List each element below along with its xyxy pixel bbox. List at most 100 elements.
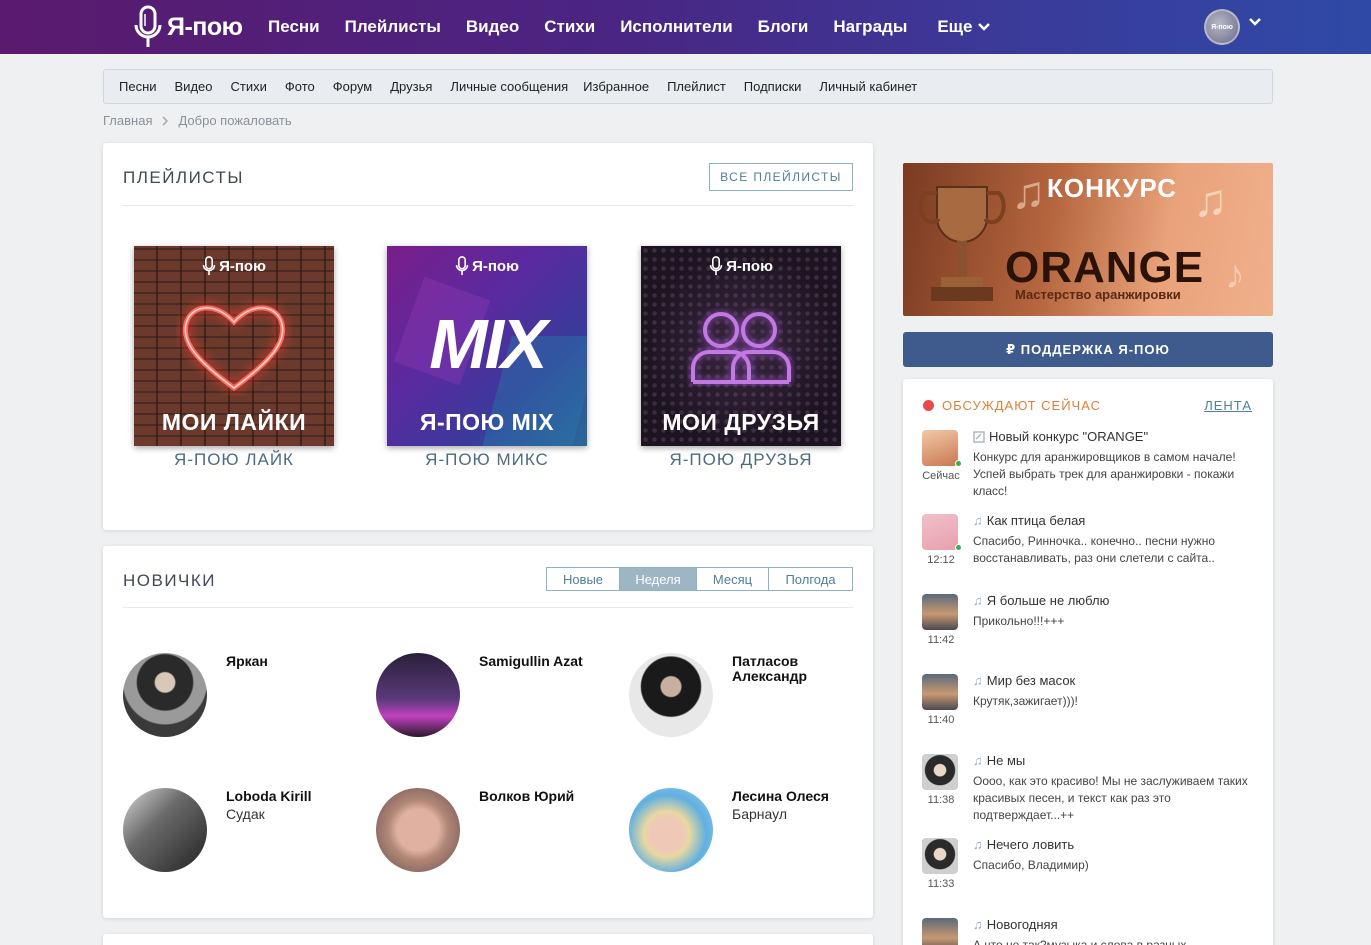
breadcrumb-home[interactable]: Главная bbox=[103, 113, 152, 128]
nav-video[interactable]: Видео bbox=[466, 17, 519, 37]
feed-item-title: Как птица белая bbox=[986, 513, 1086, 528]
feed-avatar[interactable] bbox=[922, 430, 958, 466]
feed-item-text: А что не так?музыка и слова в разных bbox=[973, 938, 1187, 945]
music-note-icon: ♫ bbox=[973, 513, 983, 528]
user-name[interactable]: Патласов Александр bbox=[732, 654, 862, 684]
live-dot-icon bbox=[923, 400, 934, 411]
feed-item-title: Я больше не люблю bbox=[986, 593, 1110, 608]
user-name[interactable]: Яркан bbox=[226, 654, 356, 669]
feed-title-link[interactable]: ♫ Нечего ловить bbox=[973, 837, 1074, 852]
site-logo[interactable]: Я-пою bbox=[133, 4, 243, 50]
filter-halfyear[interactable]: Полгода bbox=[769, 568, 852, 590]
filter-month[interactable]: Месяц bbox=[697, 568, 769, 590]
submenu-favorites[interactable]: Избранное bbox=[583, 79, 649, 94]
playlist-caption[interactable]: Я-ПОЮ МИКС bbox=[387, 450, 587, 470]
playlist-likes[interactable]: Я-пою МОИ ЛАЙКИ Я-ПОЮ ЛАЙК bbox=[134, 246, 334, 470]
music-note-icon: ♫ bbox=[973, 593, 983, 608]
submenu-photo[interactable]: Фото bbox=[285, 79, 315, 94]
feed-time: 11:33 bbox=[927, 878, 955, 890]
user-city: Судак bbox=[226, 806, 265, 822]
submenu-cabinet[interactable]: Личный кабинет bbox=[819, 79, 917, 94]
nav-more-label: Еще bbox=[937, 17, 973, 36]
all-playlists-button[interactable]: ВСЕ ПЛЕЙЛИСТЫ bbox=[709, 163, 853, 191]
feed-title-link[interactable]: ♫ Мир без масок bbox=[973, 673, 1075, 688]
submenu-messages[interactable]: Личные сообщения bbox=[450, 79, 568, 94]
user-card[interactable]: Loboda Kirill Судак bbox=[123, 788, 363, 873]
submenu-subscriptions[interactable]: Подписки bbox=[744, 79, 802, 94]
trophy-icon bbox=[918, 186, 1006, 301]
feed-avatar[interactable] bbox=[922, 514, 958, 550]
cover-logo: Я-пою bbox=[641, 256, 841, 276]
feed-title-link[interactable]: ♫ Как птица белая bbox=[973, 513, 1085, 528]
user-card[interactable]: Патласов Александр bbox=[629, 653, 869, 738]
user-card[interactable]: Волков Юрий bbox=[376, 788, 616, 873]
user-card[interactable]: Samigullin Azat bbox=[376, 653, 616, 738]
feed-avatar[interactable] bbox=[922, 754, 958, 790]
feed-title-link[interactable]: Новый конкурс "ORANGE" bbox=[973, 429, 1148, 444]
user-avatar[interactable] bbox=[629, 653, 713, 737]
user-avatar[interactable] bbox=[629, 788, 713, 872]
period-filter: Новые Неделя Месяц Полгода bbox=[546, 567, 853, 591]
user-avatar[interactable]: Я-пою bbox=[1204, 9, 1240, 45]
user-name[interactable]: Loboda Kirill bbox=[226, 789, 356, 804]
submenu-poems[interactable]: Стихи bbox=[231, 79, 267, 94]
user-avatar[interactable] bbox=[376, 653, 460, 737]
playlist-mix[interactable]: Я-пою MIX Я-ПОЮ MIX Я-ПОЮ МИКС bbox=[387, 246, 587, 470]
user-card[interactable]: Яркан bbox=[123, 653, 363, 738]
nav-blogs[interactable]: Блоги bbox=[758, 17, 809, 37]
nav-artists[interactable]: Исполнители bbox=[620, 17, 732, 37]
newcomers-card: НОВИЧКИ Новые Неделя Месяц Полгода Яркан… bbox=[103, 546, 873, 918]
filter-week[interactable]: Неделя bbox=[620, 568, 697, 590]
cover-label: МОИ ЛАЙКИ bbox=[161, 409, 307, 435]
feed-avatar[interactable] bbox=[922, 674, 958, 710]
submenu-friends[interactable]: Друзья bbox=[390, 79, 432, 94]
cover-logo-text: Я-пою bbox=[219, 257, 266, 275]
feed-title-link[interactable]: ♫ Новогодняя bbox=[973, 917, 1058, 932]
user-avatar[interactable] bbox=[123, 788, 207, 872]
feed-avatar[interactable] bbox=[922, 838, 958, 874]
support-button[interactable]: ₽ ПОДДЕРЖКА Я-ПОЮ bbox=[903, 332, 1273, 367]
feed-avatar[interactable] bbox=[922, 594, 958, 630]
submenu-playlist[interactable]: Плейлист bbox=[667, 79, 726, 94]
feed-time: 11:40 bbox=[927, 714, 955, 726]
chevron-down-icon[interactable] bbox=[1249, 18, 1261, 26]
feed-item-title: Мир без масок bbox=[986, 673, 1076, 688]
submenu-video[interactable]: Видео bbox=[175, 79, 213, 94]
nav-more[interactable]: Еще bbox=[937, 17, 991, 37]
cover-label: МОИ ДРУЗЬЯ bbox=[662, 409, 820, 435]
avatar-logo-text: Я-пою bbox=[1211, 23, 1233, 31]
user-avatar[interactable] bbox=[123, 653, 207, 737]
feed-title-link[interactable]: ♫ Я больше не люблю bbox=[973, 593, 1109, 608]
user-avatar[interactable] bbox=[376, 788, 460, 872]
nav-songs[interactable]: Песни bbox=[268, 17, 320, 37]
playlist-cover: Я-пою MIX Я-ПОЮ MIX bbox=[387, 246, 587, 446]
feed-avatar[interactable] bbox=[922, 918, 958, 945]
user-card[interactable]: Лесина Олеся Барнаул bbox=[629, 788, 869, 873]
submenu-songs[interactable]: Песни bbox=[119, 79, 157, 94]
feed-item-text: Спасибо, Ринночка.. конечно.. песни нужн… bbox=[973, 534, 1216, 565]
playlist-friends[interactable]: Я-пою МОИ ДРУЗЬЯ Я-ПОЮ ДРУЗЬЯ bbox=[641, 246, 841, 470]
feed-title: ОБСУЖДАЮТ СЕЙЧАС bbox=[942, 398, 1101, 413]
feed-title-link[interactable]: ♫ Не мы bbox=[973, 753, 1025, 768]
online-indicator bbox=[955, 544, 962, 551]
cover-logo: Я-пою bbox=[134, 256, 334, 276]
breadcrumb: Главная Добро пожаловать bbox=[103, 113, 292, 128]
microphone-icon bbox=[455, 256, 469, 276]
filter-new[interactable]: Новые bbox=[547, 568, 620, 590]
user-name[interactable]: Волков Юрий bbox=[479, 789, 609, 804]
feed-link[interactable]: ЛЕНТА bbox=[1204, 398, 1252, 413]
nav-playlists[interactable]: Плейлисты bbox=[345, 17, 441, 37]
playlist-caption[interactable]: Я-ПОЮ ЛАЙК bbox=[134, 450, 334, 470]
feed-item-text: Конкурс для аранжировщиков в самом начал… bbox=[973, 450, 1236, 498]
playlist-cover: Я-пою МОИ ДРУЗЬЯ bbox=[641, 246, 841, 446]
music-note-icon: ♫ bbox=[973, 837, 983, 852]
user-name[interactable]: Лесина Олеся bbox=[732, 789, 862, 804]
user-name[interactable]: Samigullin Azat bbox=[479, 654, 609, 669]
chevron-right-icon bbox=[162, 115, 169, 126]
nav-awards[interactable]: Награды bbox=[833, 17, 907, 37]
contest-banner[interactable]: ♫ ♫ ♪ КОНКУРС ORANGE Мастерство аранжиро… bbox=[903, 163, 1273, 316]
mix-mark: MIX bbox=[429, 305, 547, 383]
playlist-caption[interactable]: Я-ПОЮ ДРУЗЬЯ bbox=[641, 450, 841, 470]
nav-poems[interactable]: Стихи bbox=[544, 17, 595, 37]
submenu-forum[interactable]: Форум bbox=[333, 79, 373, 94]
